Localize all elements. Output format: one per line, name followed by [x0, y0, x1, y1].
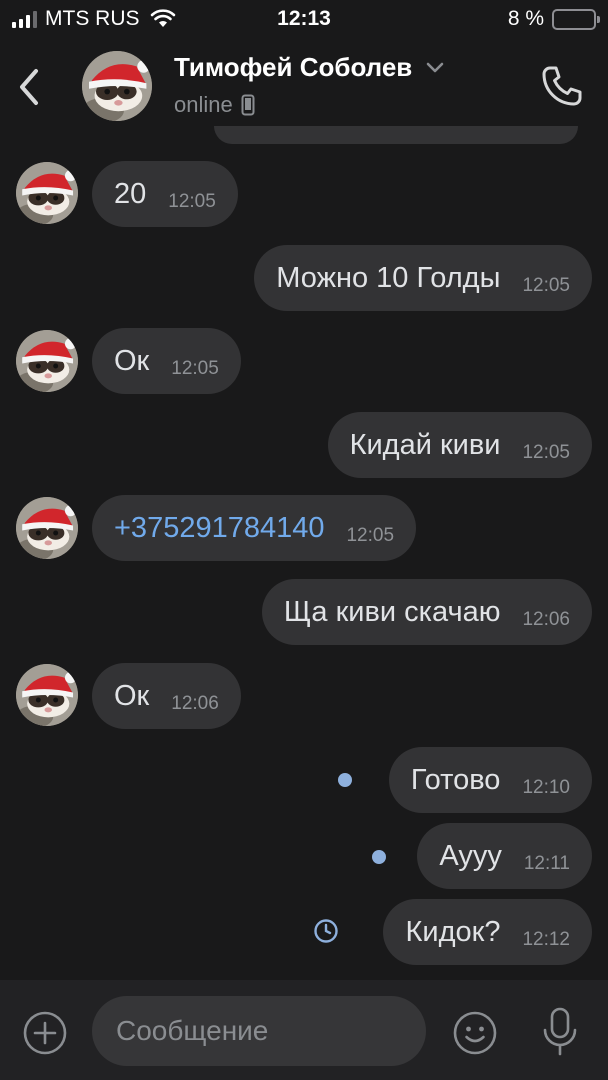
message-time: 12:05: [522, 442, 570, 463]
message-bubble-incoming[interactable]: Ок 12:05: [92, 328, 241, 394]
emoji-button[interactable]: [452, 1010, 498, 1056]
message-text: Готово: [410, 763, 501, 796]
contact-name-button[interactable]: Тимофей Соболев: [174, 52, 444, 83]
sender-avatar[interactable]: [16, 664, 78, 726]
message-time: 12:06: [171, 693, 219, 714]
battery-percent: 8 %: [507, 7, 544, 30]
message-bubble-outgoing[interactable]: Аууу 12:11: [417, 823, 592, 889]
sender-avatar[interactable]: [16, 162, 78, 224]
message-text: Можно 10 Голды: [276, 261, 501, 294]
battery-icon: [552, 8, 600, 30]
message-input[interactable]: Сообщение: [92, 996, 426, 1066]
status-left: MTS RUS: [12, 7, 176, 31]
message-time: 12:12: [522, 929, 570, 950]
status-right: 8 %: [507, 7, 600, 31]
phone-number-link[interactable]: +375291784140: [114, 512, 324, 545]
contact-name: Тимофей Соболев: [174, 52, 413, 82]
call-button[interactable]: [538, 62, 586, 110]
message-time: 12:05: [171, 358, 219, 379]
back-button[interactable]: [12, 65, 46, 109]
attach-button[interactable]: [22, 1010, 68, 1056]
message-text: Кидай киви: [349, 428, 501, 461]
status-bar: MTS RUS 12:13 8 %: [0, 0, 608, 40]
message-bubble-outgoing[interactable]: Кидай киви 12:05: [327, 412, 592, 478]
message-bubble-outgoing[interactable]: Ща киви скачаю 12:06: [261, 579, 592, 645]
sender-avatar[interactable]: [16, 330, 78, 392]
message-text: Аууу: [439, 839, 502, 872]
composer-bar: Сообщение: [0, 980, 608, 1080]
phone-icon: [542, 66, 582, 106]
unread-dot-icon: [338, 773, 352, 787]
clock-icon: [314, 919, 338, 943]
chat-header: Тимофей Соболев online: [0, 40, 608, 140]
message-input-placeholder: Сообщение: [116, 1015, 269, 1046]
microphone-button[interactable]: [540, 1006, 580, 1058]
message-text: 20: [114, 177, 147, 210]
signal-icon: [12, 10, 37, 28]
message-time: 12:05: [522, 275, 570, 296]
message-time: 12:06: [522, 609, 570, 630]
message-text: Ок: [114, 344, 150, 377]
chevron-left-icon: [20, 69, 38, 105]
status-text: online: [174, 92, 233, 117]
message-bubble-incoming[interactable]: 20 12:05: [92, 161, 238, 227]
message-text: Ок: [114, 679, 150, 712]
message-time: 12:11: [523, 853, 570, 874]
contact-status: online: [174, 92, 255, 118]
message-bubble-outgoing[interactable]: Кидок? 12:12: [383, 899, 592, 965]
message-bubble-incoming[interactable]: +375291784140 12:05: [92, 495, 417, 561]
previous-message-bubble: [214, 126, 578, 144]
message-bubble-outgoing[interactable]: Готово 12:10: [388, 747, 592, 813]
message-time: 12:05: [346, 525, 395, 546]
carrier-label: MTS RUS: [45, 7, 140, 30]
message-text: Ща киви скачаю: [283, 595, 501, 628]
wifi-icon: [150, 9, 175, 27]
message-text: Кидок?: [405, 915, 501, 948]
unread-dot-icon: [372, 850, 386, 864]
message-bubble-outgoing[interactable]: Можно 10 Голды 12:05: [254, 245, 592, 311]
message-time: 12:05: [168, 191, 216, 212]
message-time: 12:10: [522, 777, 570, 798]
mobile-icon: [241, 94, 255, 116]
contact-avatar[interactable]: [82, 51, 152, 121]
message-bubble-incoming[interactable]: Ок 12:06: [92, 663, 241, 729]
sender-avatar[interactable]: [16, 497, 78, 559]
chevron-down-icon: [426, 62, 444, 72]
